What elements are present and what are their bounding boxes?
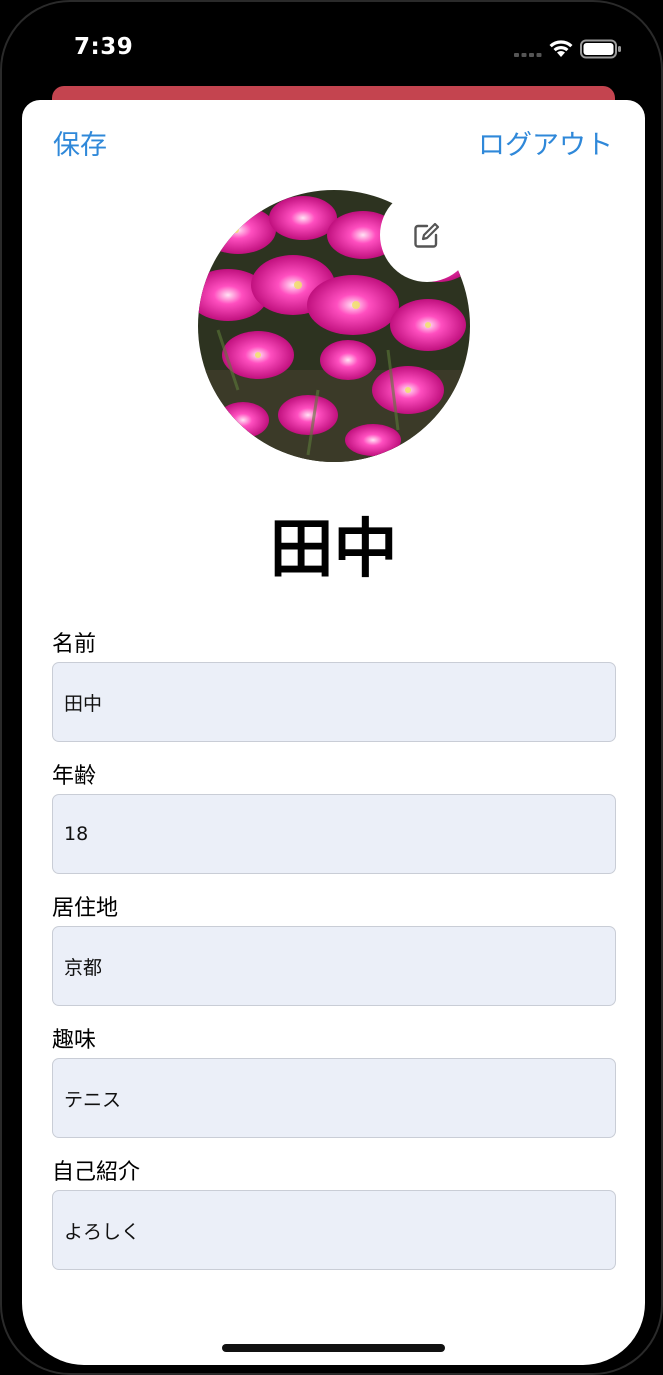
field-label-age: 年齢 bbox=[52, 764, 97, 789]
edit-icon bbox=[414, 222, 440, 248]
battery-icon bbox=[580, 39, 621, 59]
field-hobby: 趣味 bbox=[52, 1026, 616, 1138]
field-label-hobby: 趣味 bbox=[52, 1028, 97, 1053]
age-input[interactable] bbox=[52, 794, 616, 874]
field-label-residence: 居住地 bbox=[52, 896, 119, 921]
hobby-input[interactable] bbox=[52, 1058, 616, 1138]
field-residence: 居住地 bbox=[52, 894, 616, 1006]
field-name: 名前 bbox=[52, 630, 616, 742]
field-label-name: 名前 bbox=[52, 632, 97, 657]
home-indicator[interactable] bbox=[222, 1344, 445, 1352]
status-bar: 7:39 bbox=[0, 0, 663, 90]
name-input[interactable] bbox=[52, 662, 616, 742]
save-button[interactable]: 保存 bbox=[53, 123, 107, 162]
profile-sheet: 保存 ログアウト 田中 名前 田中 年齢 18 居住地 京都 趣味 テニス 自己… bbox=[22, 100, 645, 1365]
residence-input[interactable] bbox=[52, 926, 616, 1006]
status-time: 7:39 bbox=[74, 34, 134, 60]
profile-name-heading: 田中 bbox=[269, 513, 398, 587]
logout-button[interactable]: ログアウト bbox=[478, 123, 613, 162]
self-introduction-input[interactable] bbox=[52, 1190, 616, 1270]
field-label-self-introduction: 自己紹介 bbox=[52, 1160, 141, 1185]
field-self-introduction: 自己紹介 bbox=[52, 1158, 616, 1270]
wifi-icon bbox=[549, 40, 573, 57]
edit-avatar-button[interactable] bbox=[380, 188, 474, 282]
field-age: 年齢 bbox=[52, 762, 616, 874]
phone-screen: 7:39 保存 ログアウト 田中 名前 田中 年齢 18 居住地 京都 趣味 テ… bbox=[0, 0, 663, 1375]
cellular-signal-icon bbox=[514, 53, 542, 57]
